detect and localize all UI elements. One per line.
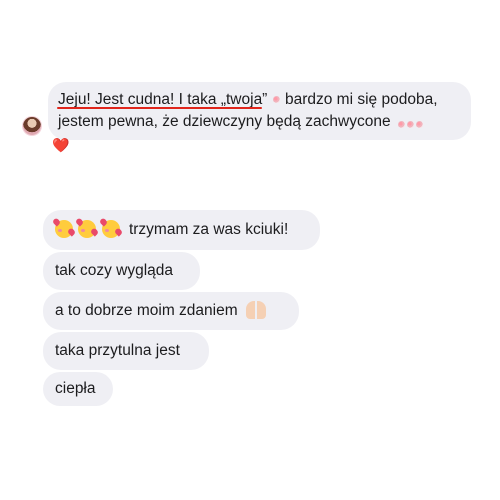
message-text: ciepła <box>55 380 96 397</box>
incoming-message-line-2: jestem pewna, że dziewczyny będą zachwyc… <box>58 111 461 136</box>
smiling-face-with-hearts-icon <box>101 220 120 238</box>
sparkle-icon <box>272 96 280 103</box>
message-text: taka przytulna jest <box>55 342 180 359</box>
incoming-message-bubble[interactable]: Jeju! Jest cudna! I taka „twoja” bardzo … <box>48 82 471 140</box>
message-bubble[interactable]: a to dobrze moim zdaniem <box>43 292 299 330</box>
raising-hands-icon <box>245 301 266 319</box>
sparkles-icon <box>397 114 424 136</box>
message-bubble[interactable]: taka przytulna jest <box>43 332 209 370</box>
incoming-message-text-3: jestem pewna, że dziewczyny będą zachwyc… <box>58 113 391 130</box>
message-bubble[interactable]: ciepła <box>43 372 113 406</box>
heart-reaction-icon[interactable]: ❤️ <box>52 137 69 153</box>
message-text: trzymam za was kciuki! <box>128 221 289 238</box>
incoming-message-text-1: Jeju! Jest cudna! I taka „twoja” <box>58 91 268 108</box>
message-text: tak cozy wygląda <box>55 262 174 279</box>
message-bubble[interactable]: trzymam za was kciuki! <box>43 210 320 250</box>
spellcheck-underline <box>57 107 262 109</box>
message-bubble[interactable]: tak cozy wygląda <box>43 252 200 290</box>
incoming-message-text-2: bardzo mi się podoba, <box>284 91 438 108</box>
smiling-face-with-hearts-icon <box>78 220 97 238</box>
smiling-face-with-hearts-icon <box>55 220 73 238</box>
message-text: a to dobrze moim zdaniem <box>55 302 238 319</box>
avatar[interactable] <box>23 117 41 135</box>
